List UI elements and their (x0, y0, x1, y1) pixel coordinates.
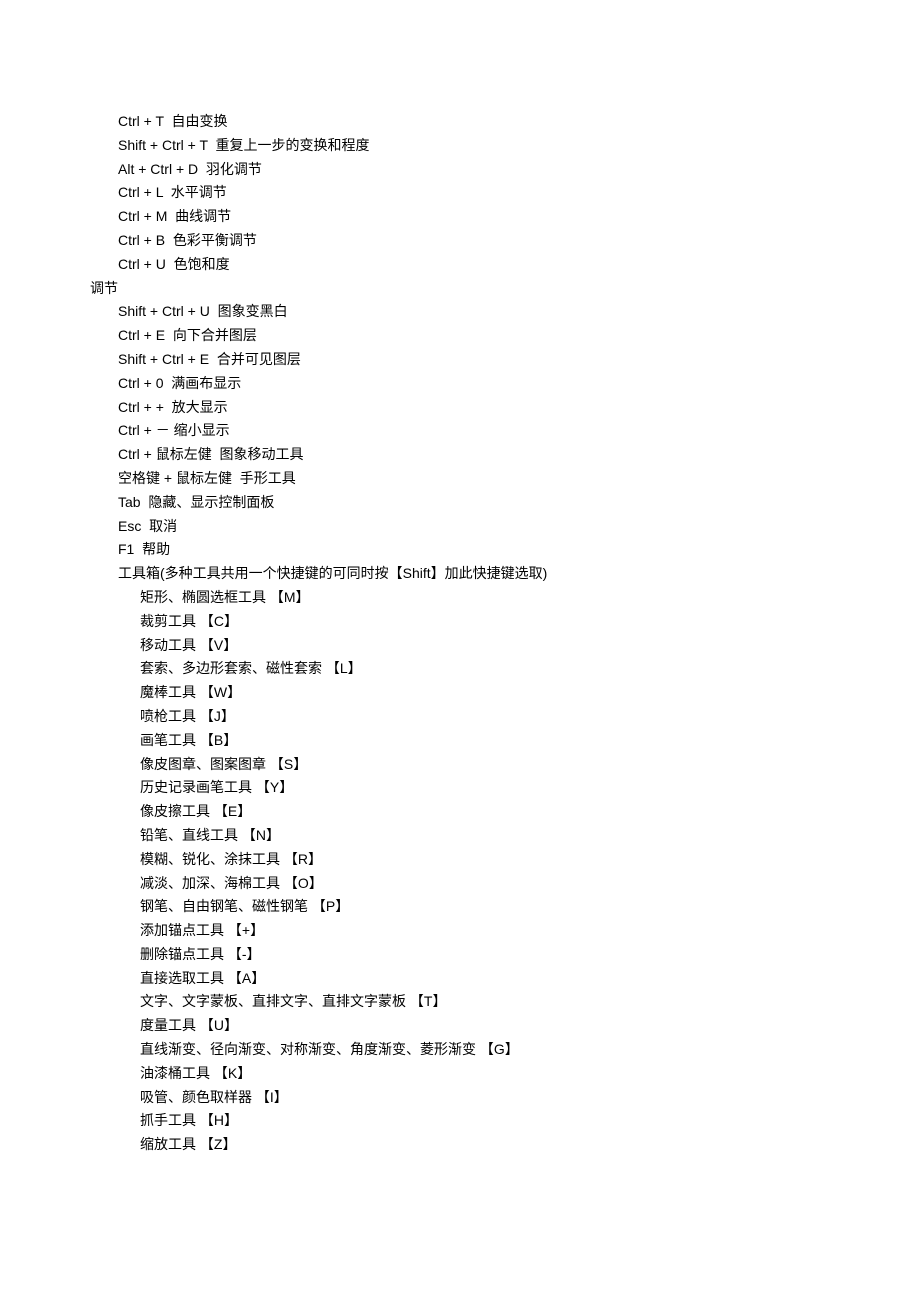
text-line: 像皮擦工具 【E】 (90, 800, 830, 824)
text-line: Ctrl + 0 满画布显示 (90, 372, 830, 396)
text-line: 历史记录画笔工具 【Y】 (90, 776, 830, 800)
text-line: 直接选取工具 【A】 (90, 967, 830, 991)
document-body: Ctrl + T 自由变换Shift + Ctrl + T 重复上一步的变换和程… (90, 110, 830, 1157)
text-line: 缩放工具 【Z】 (90, 1133, 830, 1157)
text-line: Alt + Ctrl + D 羽化调节 (90, 158, 830, 182)
text-line: 矩形、椭圆选框工具 【M】 (90, 586, 830, 610)
text-line: 模糊、锐化、涂抹工具 【R】 (90, 848, 830, 872)
text-line: 工具箱(多种工具共用一个快捷键的可同时按【Shift】加此快捷键选取) (90, 562, 830, 586)
text-line: Ctrl + T 自由变换 (90, 110, 830, 134)
text-line: 钢笔、自由钢笔、磁性钢笔 【P】 (90, 895, 830, 919)
text-line: 画笔工具 【B】 (90, 729, 830, 753)
text-line: Ctrl + 鼠标左健 图象移动工具 (90, 443, 830, 467)
text-line: 减淡、加深、海棉工具 【O】 (90, 872, 830, 896)
text-line: 吸管、颜色取样器 【I】 (90, 1086, 830, 1110)
text-line: 移动工具 【V】 (90, 634, 830, 658)
text-line: Ctrl + B 色彩平衡调节 (90, 229, 830, 253)
text-line: 删除锚点工具 【-】 (90, 943, 830, 967)
text-line: Ctrl + L 水平调节 (90, 181, 830, 205)
text-line: Ctrl + M 曲线调节 (90, 205, 830, 229)
text-line: 添加锚点工具 【+】 (90, 919, 830, 943)
text-line: 像皮图章、图案图章 【S】 (90, 753, 830, 777)
text-line: 调节 (90, 277, 830, 301)
text-line: F1 帮助 (90, 538, 830, 562)
text-line: 铅笔、直线工具 【N】 (90, 824, 830, 848)
text-line: Shift + Ctrl + T 重复上一步的变换和程度 (90, 134, 830, 158)
text-line: 空格键 + 鼠标左健 手形工具 (90, 467, 830, 491)
text-line: Ctrl + － 缩小显示 (90, 419, 830, 443)
text-line: Shift + Ctrl + E 合并可见图层 (90, 348, 830, 372)
text-line: 直线渐变、径向渐变、对称渐变、角度渐变、菱形渐变 【G】 (90, 1038, 830, 1062)
text-line: Ctrl + + 放大显示 (90, 396, 830, 420)
text-line: Shift + Ctrl + U 图象变黑白 (90, 300, 830, 324)
text-line: Ctrl + E 向下合并图层 (90, 324, 830, 348)
text-line: 套索、多边形套索、磁性套索 【L】 (90, 657, 830, 681)
text-line: 油漆桶工具 【K】 (90, 1062, 830, 1086)
text-line: 裁剪工具 【C】 (90, 610, 830, 634)
text-line: 文字、文字蒙板、直排文字、直排文字蒙板 【T】 (90, 990, 830, 1014)
text-line: Tab 隐藏、显示控制面板 (90, 491, 830, 515)
text-line: Esc 取消 (90, 515, 830, 539)
text-line: 抓手工具 【H】 (90, 1109, 830, 1133)
text-line: 喷枪工具 【J】 (90, 705, 830, 729)
text-line: 度量工具 【U】 (90, 1014, 830, 1038)
text-line: Ctrl + U 色饱和度 (90, 253, 830, 277)
text-line: 魔棒工具 【W】 (90, 681, 830, 705)
